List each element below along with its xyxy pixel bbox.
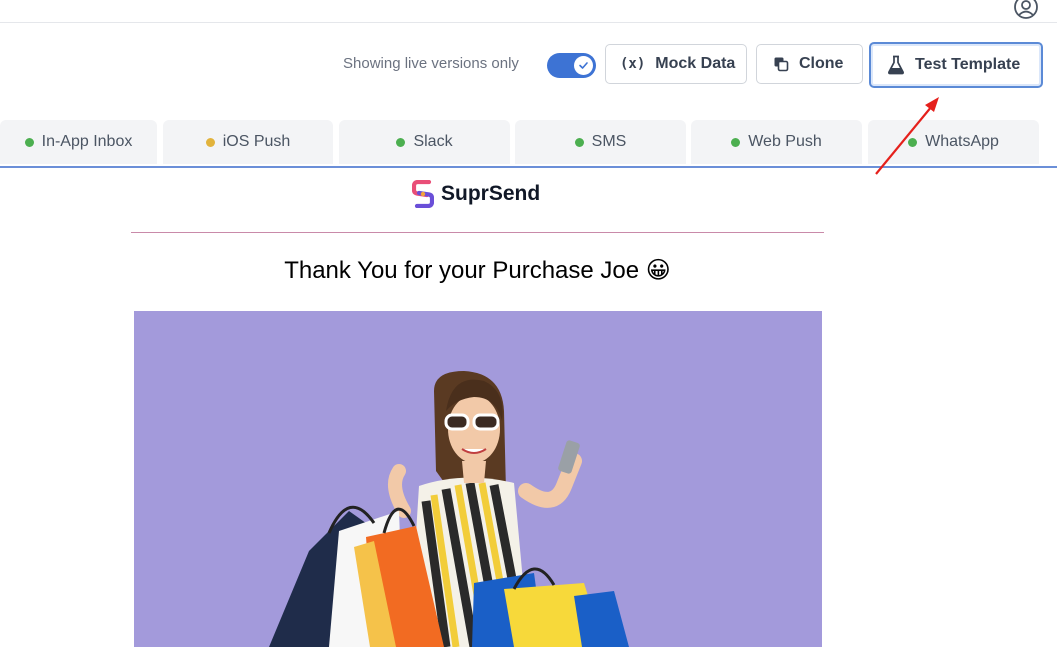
- tab-web-push[interactable]: Web Push: [691, 120, 862, 164]
- variable-icon: (x): [620, 56, 646, 72]
- user-avatar-icon[interactable]: [1013, 0, 1039, 20]
- tab-label: iOS Push: [222, 133, 291, 150]
- status-dot: [731, 137, 741, 147]
- tab-sms[interactable]: SMS: [515, 120, 686, 164]
- hero-image: [134, 311, 822, 647]
- toggle-knob: [574, 56, 593, 75]
- status-dot: [396, 137, 406, 147]
- email-preview: SuprSend Thank You for your Purchase Joe…: [0, 166, 1057, 647]
- tab-ios-push[interactable]: iOS Push: [163, 120, 333, 164]
- tab-label: In-App Inbox: [41, 133, 133, 150]
- tab-label: WhatsApp: [925, 133, 999, 150]
- copy-icon: [774, 57, 789, 72]
- tab-label: Slack: [413, 133, 453, 150]
- brand-name: SuprSend: [441, 182, 541, 205]
- header-divider: [131, 232, 824, 233]
- test-template-button[interactable]: Test Template: [869, 42, 1043, 88]
- live-versions-label: Showing live versions only: [343, 55, 519, 72]
- tab-label: Web Push: [748, 133, 822, 150]
- suprsend-logo-icon: [412, 180, 434, 208]
- flask-icon: [888, 55, 904, 75]
- brand-logo: SuprSend: [412, 180, 540, 208]
- top-bar: [0, 0, 1057, 23]
- tab-slack[interactable]: Slack: [339, 120, 510, 164]
- mock-data-button[interactable]: (x) Mock Data: [605, 44, 747, 84]
- shopping-woman-illustration: [269, 371, 629, 647]
- template-toolbar: Showing live versions only (x) Mock Data…: [0, 42, 1057, 88]
- channel-tabs: In-App Inbox iOS Push Slack SMS Web Push…: [0, 120, 1057, 168]
- status-dot: [24, 137, 34, 147]
- status-dot: [908, 137, 918, 147]
- test-template-label: Test Template: [915, 56, 1021, 73]
- tab-label: SMS: [591, 133, 627, 150]
- email-heading: Thank You for your Purchase Joe 😀: [284, 257, 671, 284]
- check-icon: [579, 62, 588, 69]
- clone-button[interactable]: Clone: [756, 44, 863, 84]
- live-versions-toggle[interactable]: [547, 53, 596, 78]
- mock-data-label: Mock Data: [655, 55, 736, 72]
- status-dot: [574, 137, 584, 147]
- clone-label: Clone: [799, 55, 844, 72]
- tab-whatsapp[interactable]: WhatsApp: [868, 120, 1039, 164]
- status-dot: [205, 137, 215, 147]
- tab-in-app-inbox[interactable]: In-App Inbox: [0, 120, 157, 164]
